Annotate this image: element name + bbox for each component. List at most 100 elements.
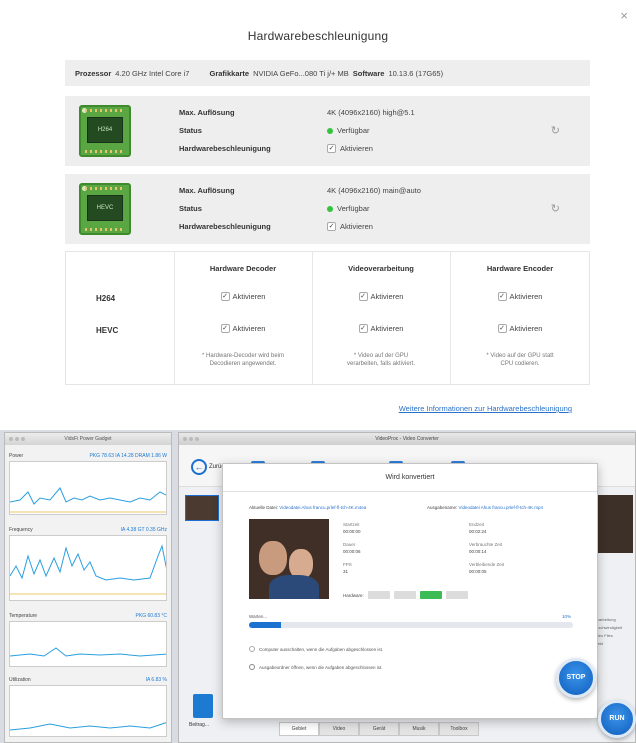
tab-gebiet[interactable]: Gebiet	[279, 722, 319, 736]
elapsed-time: Verbrauchte Zeit 00:00:14	[469, 542, 503, 554]
h264-encoder-checkbox[interactable]: ✓ Aktivieren	[450, 292, 590, 301]
checkbox-label: Aktivieren	[509, 292, 543, 301]
hw-accel-checkbox-label: Aktivieren	[340, 144, 373, 153]
checkbox-checked-icon[interactable]: ✓	[220, 292, 230, 301]
temperature-graph	[9, 621, 167, 667]
utilization-graph	[9, 685, 167, 737]
h264-processing-checkbox[interactable]: ✓ Aktivieren	[312, 292, 450, 301]
vc-title: VideoProc - Video Converter	[375, 436, 439, 442]
modal-title: Wird konvertiert	[223, 464, 597, 492]
hw-indicator	[393, 591, 416, 599]
row-h264: H264	[96, 294, 116, 303]
checkbox-checked-icon[interactable]: ✓	[220, 324, 230, 333]
run-button[interactable]: RUN	[598, 700, 636, 738]
frequency-label: Frequency	[9, 527, 33, 533]
frequency-graph	[9, 535, 167, 601]
checkbox-checked-icon[interactable]: ✓	[358, 324, 368, 333]
checkbox-label: Aktivieren	[232, 292, 266, 301]
more-info-link[interactable]: Weitere Informationen zur Hardwarebeschl…	[399, 404, 572, 413]
stop-button[interactable]: STOP	[556, 658, 596, 698]
right-option[interactable]: Geschwindigkeit	[593, 624, 633, 632]
shutdown-option-label: Computer ausschalten, wenn die Aufgaben …	[259, 646, 384, 652]
temperature-section: Temperature PKG 60.83 °C	[9, 613, 167, 667]
radio-checked-icon[interactable]	[249, 664, 255, 670]
decoder-note: * Hardware-Decoder wird beim Decodieren …	[201, 353, 285, 368]
checkbox-checked-icon[interactable]: ✓	[497, 324, 507, 333]
refresh-icon[interactable]: ↻	[551, 124, 560, 137]
progress-fill	[249, 622, 282, 628]
right-options-list: Verarbeitung Geschwindigkeit Video Files…	[593, 616, 633, 648]
processing-note: * Video auf der GPU verarbeiten, falls a…	[346, 353, 416, 368]
processor-label: Prozessor	[75, 68, 112, 78]
end-time: Endzeit 00:02:24	[469, 522, 487, 534]
right-option[interactable]: Verarbeitung	[593, 616, 633, 624]
gpu-label: Grafikkarte	[209, 68, 250, 78]
status-text: Verfügbar	[337, 126, 370, 135]
power-label: Power	[9, 453, 24, 459]
hw-accel-checkbox-label: Aktivieren	[340, 222, 373, 231]
checkbox-checked-icon[interactable]: ✓	[327, 144, 336, 153]
close-icon[interactable]: ×	[620, 8, 628, 23]
hw-accel-checkbox[interactable]: ✓ Aktivieren	[327, 144, 373, 153]
hw-indicator	[367, 591, 390, 599]
chip-label: H264	[87, 117, 123, 143]
remaining-time: Verbleibende Zeit 00:00:05	[469, 562, 505, 574]
checkbox-checked-icon[interactable]: ✓	[327, 222, 336, 231]
file-icon[interactable]	[193, 694, 213, 718]
source-path: Videodatei Ahus francu.prlef-fl-tch-4K.m…	[279, 505, 367, 510]
utilization-value: IA 6.83 %	[145, 677, 167, 683]
hevc-processing-checkbox[interactable]: ✓ Aktivieren	[312, 324, 450, 333]
open-folder-option-label: Ausgabeordner öffnen, wenn die Aufgaben …	[259, 664, 383, 670]
max-res-label: Max. Auflösung	[179, 108, 235, 117]
hevc-encoder-checkbox[interactable]: ✓ Aktivieren	[450, 324, 590, 333]
checkbox-label: Aktivieren	[370, 324, 404, 333]
status-value: Verfügbar	[327, 126, 370, 135]
frequency-value: IA 4.38 GT 0.35 GHz	[120, 527, 167, 533]
duration: Dauer 00:00:06	[343, 542, 361, 554]
tab-musik[interactable]: Musik	[399, 722, 439, 736]
gpu-value: NVIDIA GeFo...080 Ti j/+ MB	[253, 68, 349, 78]
hevc-panel: HEVC Max. Auflösung 4K (4096x2160) main@…	[65, 174, 590, 244]
right-option[interactable]: Effekt	[593, 640, 633, 648]
checkbox-label: Aktivieren	[370, 292, 404, 301]
status-label: Status	[179, 126, 202, 135]
refresh-icon[interactable]: ↻	[551, 202, 560, 215]
file-label: Beitrag...	[189, 722, 210, 728]
checkbox-checked-icon[interactable]: ✓	[358, 292, 368, 301]
temperature-value: PKG 60.83 °C	[135, 613, 167, 619]
shutdown-option[interactable]: Computer ausschalten, wenn die Aufgaben …	[249, 646, 383, 652]
tab-toolbox[interactable]: Toolbox	[439, 722, 479, 736]
power-section: Power PKG 78.63 IA 14.28 DRAM 1.86 W	[9, 453, 167, 515]
open-folder-option[interactable]: Ausgabeordner öffnen, wenn die Aufgaben …	[249, 664, 383, 670]
radio-unchecked-icon[interactable]	[249, 646, 255, 652]
progress-bar	[249, 622, 573, 628]
fps: FPS 31	[343, 562, 352, 574]
power-gadget-window: VidsFi Power Gadget Power PKG 78.63 IA 14…	[4, 432, 172, 743]
hevc-chip-icon: HEVC	[79, 183, 131, 235]
status-label: Status	[179, 204, 202, 213]
software-value: 10.13.6 (17G65)	[388, 68, 444, 78]
hw-accel-checkbox[interactable]: ✓ Aktivieren	[327, 222, 373, 231]
power-graph	[9, 461, 167, 515]
checkbox-checked-icon[interactable]: ✓	[497, 292, 507, 301]
max-res-value: 4K (4096x2160) main@auto	[327, 186, 421, 195]
acceleration-matrix: Hardware Decoder Videoverarbeitung Hardw…	[65, 251, 590, 385]
power-gadget-titlebar: VidsFi Power Gadget	[5, 433, 171, 445]
video-thumbnail[interactable]	[185, 495, 219, 521]
vc-titlebar: VideoProc - Video Converter	[179, 433, 635, 445]
checkbox-label: Aktivieren	[232, 324, 266, 333]
chip-label: HEVC	[87, 195, 123, 221]
tab-video[interactable]: Video	[319, 722, 359, 736]
dialog-title: Hardwarebeschleunigung	[247, 29, 389, 43]
hevc-decoder-checkbox[interactable]: ✓ Aktivieren	[174, 324, 312, 333]
back-icon[interactable]: ←	[191, 459, 207, 475]
source-label: Aktuelle Datei:	[249, 505, 279, 510]
right-option[interactable]: Video Files	[593, 632, 633, 640]
hardware-label: Hardware:	[343, 592, 364, 598]
tab-geraet[interactable]: Gerät	[359, 722, 399, 736]
bottom-tabs: Gebiet Video Gerät Musik Toolbox	[279, 722, 479, 736]
col-hardware-decoder: Hardware Decoder	[209, 264, 277, 273]
output-path: Videodatei Ahus francu.prlef-fl-tch-4K.m…	[458, 505, 544, 510]
col-hardware-encoder: Hardware Encoder	[486, 264, 554, 273]
h264-decoder-checkbox[interactable]: ✓ Aktivieren	[174, 292, 312, 301]
